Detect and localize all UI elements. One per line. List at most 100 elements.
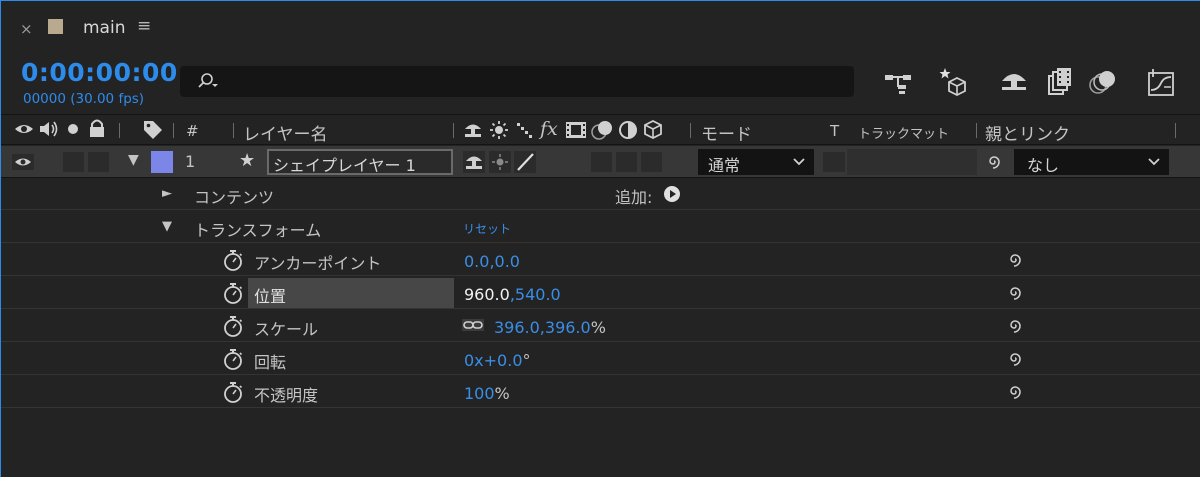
layer-shy-switch-icon[interactable] bbox=[463, 151, 485, 177]
timeline-panel: × main ≡ 0:00:00:00 00000 (30.00 fps) # … bbox=[0, 0, 1200, 477]
frame-blending-icon[interactable] bbox=[1043, 65, 1077, 99]
search-input[interactable] bbox=[224, 70, 828, 94]
column-number[interactable]: # bbox=[186, 122, 199, 140]
position-row[interactable]: 位置 960.0,540.0 bbox=[1, 277, 1200, 309]
rotation-label: 回転 bbox=[254, 353, 287, 372]
anchor-point-value[interactable]: 0.0,0.0 bbox=[464, 252, 520, 271]
solo-switch[interactable] bbox=[63, 152, 84, 172]
frame-blend-switch-icon[interactable] bbox=[565, 120, 587, 145]
anchor-point-row[interactable]: アンカーポイント 0.0,0.0 bbox=[1, 244, 1200, 276]
opacity-label: 不透明度 bbox=[254, 386, 319, 405]
header-separator bbox=[976, 123, 977, 138]
comp-color-swatch bbox=[48, 19, 63, 34]
stopwatch-icon[interactable] bbox=[222, 314, 244, 342]
column-parent-link[interactable]: 親とリンク bbox=[985, 120, 1070, 145]
layer-visibility-eye-icon[interactable] bbox=[12, 154, 34, 174]
property-pickwhip-icon[interactable] bbox=[1005, 316, 1025, 340]
property-pickwhip-icon[interactable] bbox=[1005, 349, 1025, 373]
position-value[interactable]: 960.0,540.0 bbox=[464, 285, 561, 304]
solo-icon[interactable] bbox=[66, 119, 80, 144]
rotation-row[interactable]: 回転 0x+0.0° bbox=[1, 343, 1200, 375]
contents-label: コンテンツ bbox=[194, 188, 275, 207]
effects-switch-icon[interactable]: fx bbox=[540, 118, 558, 140]
transform-expand-toggle[interactable]: ▼ bbox=[162, 219, 172, 234]
search-field[interactable] bbox=[180, 66, 854, 97]
layer-motion-blur-switch[interactable] bbox=[591, 152, 612, 172]
parent-dropdown[interactable]: なし bbox=[1014, 149, 1169, 175]
current-time-display[interactable]: 0:00:00:00 bbox=[21, 58, 178, 87]
position-label: 位置 bbox=[254, 287, 287, 306]
header-separator bbox=[119, 123, 120, 138]
rotation-value[interactable]: 0x+0.0 bbox=[464, 351, 523, 370]
parent-value: なし bbox=[1027, 156, 1060, 175]
motion-blur-switch-icon[interactable] bbox=[591, 119, 615, 146]
draft-3d-icon[interactable] bbox=[937, 65, 971, 99]
column-track-matte[interactable]: トラックマット bbox=[858, 123, 949, 142]
search-icon[interactable] bbox=[196, 72, 220, 96]
opacity-value[interactable]: 100 bbox=[464, 384, 495, 403]
property-pickwhip-icon[interactable] bbox=[1005, 382, 1025, 406]
layer-3d-switch[interactable] bbox=[641, 152, 662, 172]
contents-group-row[interactable]: ► コンテンツ 追加: bbox=[1, 178, 1200, 210]
stopwatch-icon[interactable] bbox=[222, 281, 244, 309]
preserve-transparency-header[interactable]: T bbox=[830, 122, 839, 140]
layer-row[interactable]: ▼ 1 ★ シェイプレイヤー 1 通常 なし bbox=[1, 146, 1200, 178]
transform-reset-link[interactable]: リセット bbox=[463, 220, 511, 237]
opacity-value-group[interactable]: 100% bbox=[464, 384, 510, 403]
contents-expand-toggle[interactable]: ► bbox=[162, 186, 172, 201]
header-separator bbox=[690, 123, 691, 138]
layer-quality-switch-icon[interactable] bbox=[514, 151, 536, 177]
adjustment-layer-icon[interactable] bbox=[618, 120, 638, 145]
collapse-transform-icon[interactable] bbox=[489, 120, 509, 145]
position-label-highlight: 位置 bbox=[248, 278, 454, 308]
track-matte-field[interactable] bbox=[847, 149, 977, 175]
stopwatch-icon[interactable] bbox=[222, 347, 244, 375]
header-separator bbox=[233, 123, 234, 138]
lock-switch[interactable] bbox=[88, 152, 109, 172]
property-pickwhip-icon[interactable] bbox=[1005, 250, 1025, 274]
blend-mode-value: 通常 bbox=[708, 156, 741, 175]
panel-menu-button[interactable]: ≡ bbox=[137, 16, 151, 36]
scale-value[interactable]: 396.0,396.0 bbox=[494, 318, 591, 337]
lock-icon[interactable] bbox=[88, 118, 106, 143]
layer-adjustment-switch[interactable] bbox=[616, 152, 637, 172]
comp-flowchart-icon[interactable] bbox=[881, 65, 915, 99]
quality-switch-icon[interactable] bbox=[515, 120, 535, 145]
stopwatch-icon[interactable] bbox=[222, 380, 244, 408]
position-x-value[interactable]: 960.0 bbox=[464, 285, 510, 304]
motion-blur-icon[interactable] bbox=[1086, 65, 1120, 99]
add-menu-play-icon[interactable] bbox=[663, 185, 681, 207]
close-tab-button[interactable]: × bbox=[20, 20, 33, 38]
tab-bar: × main ≡ bbox=[1, 1, 1200, 53]
stopwatch-icon[interactable] bbox=[222, 248, 244, 276]
constrain-proportions-link-icon[interactable] bbox=[461, 317, 485, 336]
layer-label-color-swatch[interactable] bbox=[151, 151, 173, 173]
graph-editor-icon[interactable] bbox=[1144, 65, 1178, 99]
chevron-down-icon bbox=[1148, 158, 1160, 166]
column-layer-name[interactable]: レイヤー名 bbox=[243, 120, 328, 145]
layer-name-field[interactable]: シェイプレイヤー 1 bbox=[267, 149, 453, 175]
label-tag-icon[interactable] bbox=[142, 119, 164, 144]
scale-row[interactable]: スケール 396.0,396.0% bbox=[1, 310, 1200, 342]
chevron-down-icon bbox=[793, 158, 805, 166]
tab-title[interactable]: main bbox=[83, 18, 125, 38]
rotation-value-group[interactable]: 0x+0.0° bbox=[464, 351, 531, 370]
shy-layers-icon[interactable] bbox=[997, 65, 1031, 99]
column-mode[interactable]: モード bbox=[701, 120, 752, 145]
blend-mode-dropdown[interactable]: 通常 bbox=[698, 149, 814, 175]
video-visibility-icon[interactable] bbox=[14, 119, 34, 144]
scale-label: スケール bbox=[254, 320, 319, 339]
shy-switch-icon[interactable] bbox=[463, 120, 483, 145]
transform-group-row[interactable]: ▼ トランスフォーム リセット bbox=[1, 211, 1200, 243]
layer-collapse-switch-icon[interactable] bbox=[489, 151, 511, 177]
position-y-value[interactable]: 540.0 bbox=[515, 285, 561, 304]
parent-pickwhip-icon[interactable] bbox=[984, 152, 1004, 176]
3d-layer-icon[interactable] bbox=[643, 119, 663, 144]
audio-icon[interactable] bbox=[38, 119, 60, 144]
scale-value-group[interactable]: 396.0,396.0% bbox=[494, 318, 606, 337]
layer-expand-toggle[interactable]: ▼ bbox=[128, 152, 139, 168]
opacity-row[interactable]: 不透明度 100% bbox=[1, 376, 1200, 408]
header-separator bbox=[173, 123, 174, 138]
preserve-transparency-switch[interactable] bbox=[823, 152, 845, 172]
property-pickwhip-icon[interactable] bbox=[1005, 283, 1025, 307]
